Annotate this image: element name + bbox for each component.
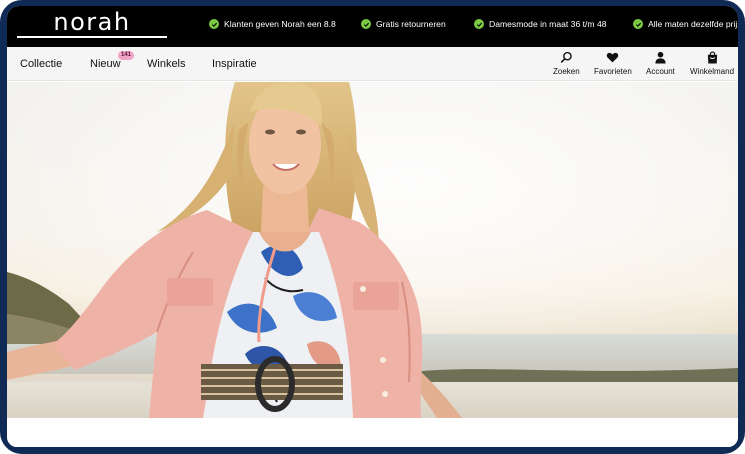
usp-price: Alle maten dezelfde prijs xyxy=(633,19,738,29)
cart-label: Winkelmand xyxy=(690,67,735,76)
hero-photo xyxy=(7,82,738,418)
account-label: Account xyxy=(646,67,675,76)
usp-text: Klanten geven Norah een 8.8 xyxy=(224,19,336,29)
usp-sizes: Damesmode in maat 36 t/m 48 xyxy=(474,19,607,29)
favorites-button[interactable]: Favorieten xyxy=(594,51,632,76)
search-label: Zoeken xyxy=(553,67,580,76)
usp-rating: Klanten geven Norah een 8.8 xyxy=(209,19,336,29)
usp-returns: Gratis retourneren xyxy=(361,19,446,29)
content-strip xyxy=(7,418,738,447)
user-icon xyxy=(655,51,666,64)
search-icon xyxy=(560,51,572,63)
logo-text: norah xyxy=(53,8,131,37)
top-bar: norah Klanten geven Norah een 8.8 Gratis… xyxy=(7,6,738,47)
nav-item-collectie[interactable]: Collectie xyxy=(20,58,62,70)
favorites-label: Favorieten xyxy=(594,67,632,76)
nav-item-winkels[interactable]: Winkels xyxy=(147,58,186,70)
usp-text: Gratis retourneren xyxy=(376,19,446,29)
norah-logo[interactable]: norah xyxy=(17,8,167,40)
logo-underline xyxy=(17,36,167,38)
search-button[interactable]: Zoeken xyxy=(553,51,580,76)
new-count-badge: 141 xyxy=(118,51,135,60)
cart-button[interactable]: Winkelmand xyxy=(690,51,734,76)
check-circle-icon xyxy=(633,19,643,29)
usp-text: Damesmode in maat 36 t/m 48 xyxy=(489,19,607,29)
hero-banner[interactable] xyxy=(7,82,738,418)
account-button[interactable]: Account xyxy=(646,51,675,76)
device-frame: norah Klanten geven Norah een 8.8 Gratis… xyxy=(0,0,745,454)
nav-item-nieuw[interactable]: Nieuw xyxy=(90,58,121,70)
check-circle-icon xyxy=(474,19,484,29)
heart-icon xyxy=(607,52,619,63)
nav-item-inspiratie[interactable]: Inspiratie xyxy=(212,58,257,70)
main-nav: Collectie Nieuw 141 Winkels Inspiratie Z… xyxy=(7,47,738,81)
usp-text: Alle maten dezelfde prijs xyxy=(648,19,738,29)
check-circle-icon xyxy=(209,19,219,29)
check-circle-icon xyxy=(361,19,371,29)
browser-viewport: norah Klanten geven Norah een 8.8 Gratis… xyxy=(7,6,738,447)
shopping-bag-icon xyxy=(707,51,717,64)
